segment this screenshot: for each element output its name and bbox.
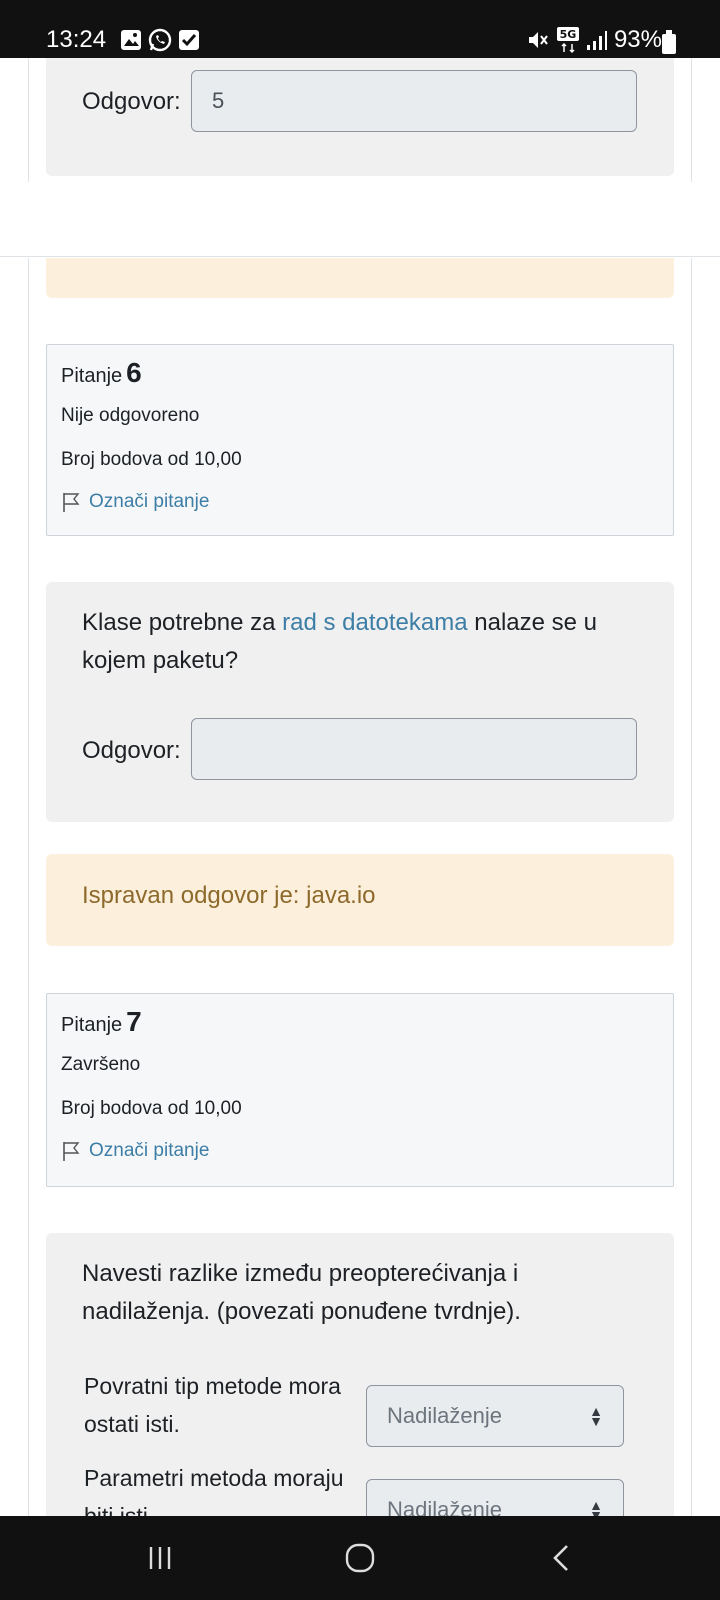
question-grade: Broj bodova od 10,00 xyxy=(61,1098,242,1119)
question-number: Pitanje 7 xyxy=(61,1006,142,1038)
home-button[interactable] xyxy=(330,1536,390,1580)
question-text-part: Klase potrebne za xyxy=(82,609,276,636)
select-arrows-icon: ▲ ▼ xyxy=(589,1403,603,1429)
question-label: Pitanje xyxy=(61,1014,123,1036)
question-formulation-7: Navesti razlike između preopterećivanja … xyxy=(46,1233,674,1516)
checkbox-icon xyxy=(179,30,199,50)
question-label: Pitanje xyxy=(61,365,123,387)
recent-apps-icon xyxy=(149,1547,171,1569)
select-arrows-icon: ▲ ▼ xyxy=(589,1497,603,1516)
battery-icon xyxy=(662,30,676,54)
back-icon xyxy=(553,1545,568,1571)
status-icons-left xyxy=(120,28,200,52)
image-icon xyxy=(121,30,141,50)
question-state: Nije odgovoreno xyxy=(61,405,200,426)
signal-icon xyxy=(586,31,607,50)
match-select[interactable]: Nadilaženje ▲ ▼ xyxy=(366,1479,624,1516)
answer-field[interactable] xyxy=(191,718,637,780)
5g-icon: 5G xyxy=(556,27,579,54)
whatsapp-icon xyxy=(148,28,172,52)
page-border-left xyxy=(28,258,29,1516)
question-info-6: Pitanje 6 Nije odgovoreno Broj bodova od … xyxy=(46,344,674,536)
flag-question-label[interactable]: Označi pitanje xyxy=(89,1140,209,1162)
question-text: Klase potrebne za rad s datotekama nalaz… xyxy=(82,604,642,680)
flag-icon xyxy=(63,493,80,512)
question-grade: Broj bodova od 10,00 xyxy=(61,449,242,470)
back-button[interactable] xyxy=(532,1536,592,1580)
question-info-7: Pitanje 7 Završeno Broj bodova od 10,00 O… xyxy=(46,993,674,1187)
match-select-value: Nadilaženje xyxy=(387,1403,502,1428)
flag-icon xyxy=(63,1142,80,1161)
question-number-value: 6 xyxy=(126,357,142,388)
match-select[interactable]: Nadilaženje ▲ ▼ xyxy=(366,1385,624,1447)
question-formulation-6: Klase potrebne za rad s datotekama nalaz… xyxy=(46,582,674,822)
battery-percent: 93% xyxy=(613,26,662,53)
answer-label: Odgovor: xyxy=(82,88,181,115)
question-text: Navesti razlike između preopterećivanja … xyxy=(82,1260,521,1325)
match-select-value: Nadilaženje xyxy=(387,1497,502,1516)
correct-answer-text: Ispravan odgovor je: java.io xyxy=(82,882,376,909)
status-bar: 13:24 5G 93% xyxy=(0,0,720,58)
answer-field[interactable]: 5 xyxy=(191,70,637,132)
answer-label: Odgovor: xyxy=(82,737,181,764)
feedback-box: Ispravan odgovor je: java.io xyxy=(46,854,674,946)
svg-text:5G: 5G xyxy=(560,28,577,41)
match-statement: Povratni tip metode mora ostati isti. xyxy=(84,1373,341,1437)
question-number-value: 7 xyxy=(126,1006,142,1037)
page-border-right xyxy=(691,258,692,1516)
question-number: Pitanje 6 xyxy=(61,357,142,389)
flag-question-link[interactable]: Označi pitanje xyxy=(61,1140,209,1162)
section-divider xyxy=(0,256,720,257)
home-icon xyxy=(345,1543,375,1573)
glossary-link[interactable]: rad s datotekama xyxy=(282,609,467,636)
page-border-left xyxy=(28,58,29,182)
feedback-box-prev xyxy=(46,258,674,298)
status-time: 13:24 xyxy=(46,26,107,53)
recent-apps-button[interactable] xyxy=(130,1536,190,1580)
flag-question-label[interactable]: Označi pitanje xyxy=(89,491,209,513)
page-border-right xyxy=(691,58,692,182)
question-formulation-prev: Odgovor: 5 xyxy=(46,58,674,176)
match-statement: Parametri metoda moraju biti isti. xyxy=(84,1465,344,1516)
flag-question-link[interactable]: Označi pitanje xyxy=(61,491,209,513)
status-icons-right: 5G 93% xyxy=(526,26,662,54)
navigation-bar xyxy=(0,1516,720,1600)
question-state: Završeno xyxy=(61,1054,141,1075)
mute-icon xyxy=(528,32,548,48)
